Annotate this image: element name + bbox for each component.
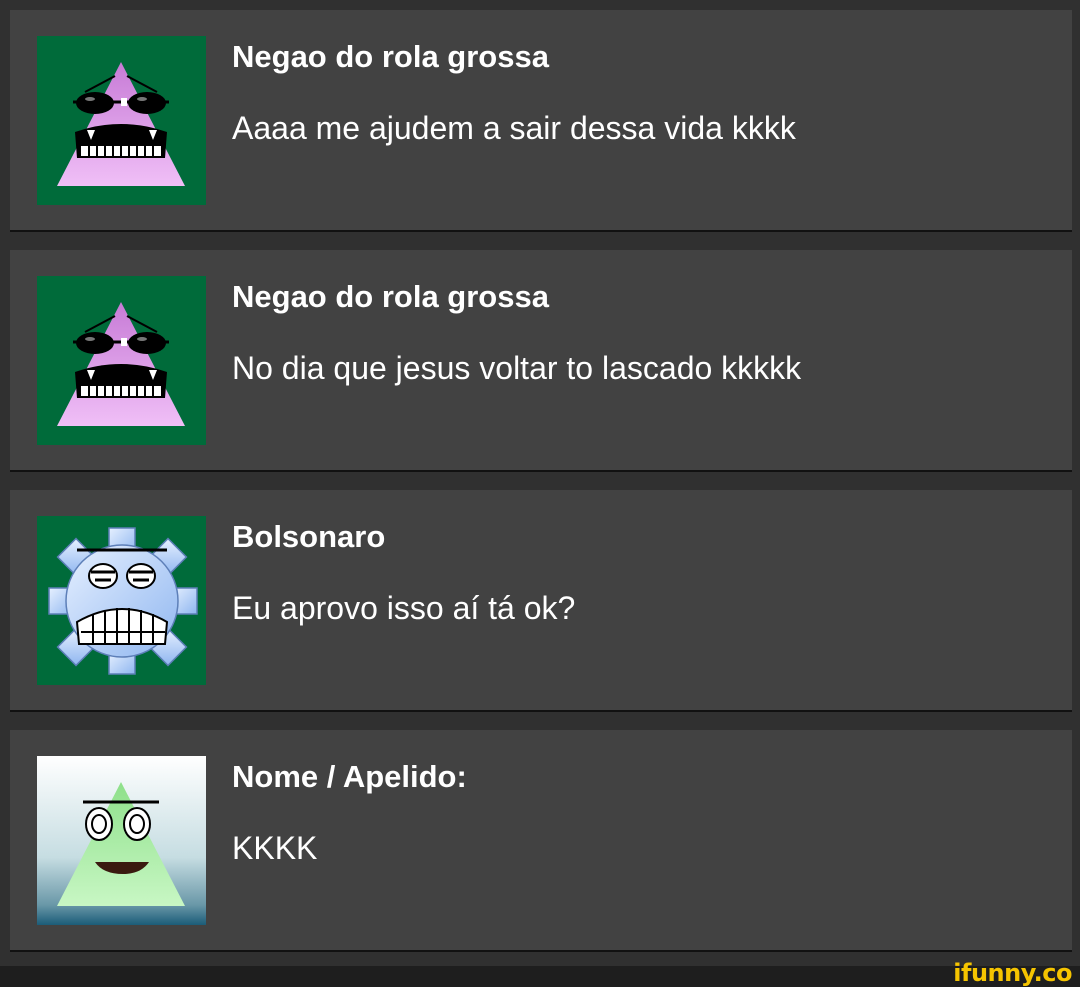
comment-item[interactable]: Negao do rola grossa No dia que jesus vo… xyxy=(10,250,1072,472)
gear-grimace-face-icon xyxy=(48,527,198,675)
comment-item[interactable]: Nome / Apelido: KKKK xyxy=(10,730,1072,952)
avatar[interactable] xyxy=(37,36,206,205)
comment-author[interactable]: Negao do rola grossa xyxy=(232,38,549,76)
comment-item[interactable]: Negao do rola grossa Aaaa me ajudem a sa… xyxy=(10,10,1072,232)
triangle-sunglasses-face-icon xyxy=(57,62,185,186)
comment-author[interactable]: Bolsonaro xyxy=(232,518,385,556)
avatar[interactable] xyxy=(37,516,206,685)
avatar[interactable] xyxy=(37,276,206,445)
triangle-sunglasses-face-icon xyxy=(57,302,185,426)
comment-author[interactable]: Negao do rola grossa xyxy=(232,278,549,316)
triangle-smile-face-icon xyxy=(37,756,206,925)
comment-feed: Negao do rola grossa Aaaa me ajudem a sa… xyxy=(10,10,1072,970)
comment-text: Aaaa me ajudem a sair dessa vida kkkk xyxy=(232,110,796,146)
avatar[interactable] xyxy=(37,756,206,925)
comment-author[interactable]: Nome / Apelido: xyxy=(232,758,467,796)
comment-text: No dia que jesus voltar to lascado kkkkk xyxy=(232,350,802,386)
ifunny-watermark: ifunny.co xyxy=(953,959,1072,987)
comment-text: KKKK xyxy=(232,830,318,866)
comment-text: Eu aprovo isso aí tá ok? xyxy=(232,590,576,626)
comment-item[interactable]: Bolsonaro Eu aprovo isso aí tá ok? xyxy=(10,490,1072,712)
footer-bar xyxy=(0,966,1080,987)
